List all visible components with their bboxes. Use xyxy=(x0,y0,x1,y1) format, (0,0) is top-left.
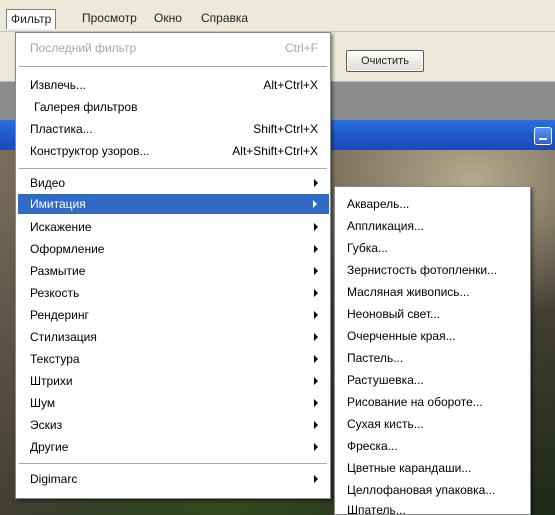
submenu-item-rough-pastels[interactable]: Пастель... xyxy=(347,347,403,369)
menu-item-imitation[interactable]: Имитация xyxy=(18,194,329,214)
menu-item-stylize[interactable]: Стилизация xyxy=(30,327,97,347)
submenu-item-palette-knife[interactable]: Шпатель... xyxy=(347,499,406,515)
menu-item-extract[interactable]: Извлечь... xyxy=(30,75,86,95)
menu-item-render[interactable]: Рендеринг xyxy=(30,305,89,325)
menu-item-stylize-design[interactable]: Оформление xyxy=(30,239,104,259)
shortcut-pattern-maker: Alt+Shift+Ctrl+X xyxy=(232,144,318,158)
minimize-button[interactable] xyxy=(534,127,552,145)
submenu-item-neon-glow[interactable]: Неоновый свет... xyxy=(347,303,440,325)
shortcut-extract: Alt+Ctrl+X xyxy=(263,78,318,92)
submenu-item-dry-brush[interactable]: Сухая кисть... xyxy=(347,413,424,435)
submenu-arrow-icon xyxy=(314,475,318,483)
submenu-item-underpainting[interactable]: Рисование на обороте... xyxy=(347,391,483,413)
submenu-arrow-icon xyxy=(314,311,318,319)
menu-item-other[interactable]: Другие xyxy=(30,437,68,457)
menu-item-brush-strokes[interactable]: Штрихи xyxy=(30,371,73,391)
submenu-arrow-icon xyxy=(314,179,318,187)
menu-separator xyxy=(19,168,327,169)
submenu-arrow-icon xyxy=(314,333,318,341)
submenu-item-watercolor[interactable]: Акварель... xyxy=(347,193,409,215)
menu-item-liquify[interactable]: Пластика... xyxy=(30,119,93,139)
submenu-arrow-icon xyxy=(314,443,318,451)
menubar-help[interactable]: Справка xyxy=(197,9,252,29)
menu-item-blur[interactable]: Размытие xyxy=(30,261,85,281)
submenu-item-sponge[interactable]: Губка... xyxy=(347,237,388,259)
shortcut-last-filter: Ctrl+F xyxy=(285,41,318,55)
imitation-submenu: Акварель... Аппликация... Губка... Зерни… xyxy=(334,186,531,515)
submenu-arrow-icon xyxy=(314,245,318,253)
menu-separator xyxy=(19,463,327,464)
submenu-item-paint-daubs[interactable]: Масляная живопись... xyxy=(347,281,470,303)
submenu-arrow-icon xyxy=(314,355,318,363)
menubar-filter[interactable]: Фильтр xyxy=(6,9,57,29)
menubar-window[interactable]: Окно xyxy=(150,9,186,29)
submenu-arrow-icon xyxy=(314,377,318,385)
menu-item-video[interactable]: Видео xyxy=(30,173,65,193)
shortcut-liquify: Shift+Ctrl+X xyxy=(253,122,318,136)
submenu-item-film-grain[interactable]: Зернистость фотопленки... xyxy=(347,259,497,281)
submenu-item-smudge-stick[interactable]: Растушевка... xyxy=(347,369,424,391)
submenu-item-plastic-wrap[interactable]: Целлофановая упаковка... xyxy=(347,479,495,501)
menu-item-distort[interactable]: Искажение xyxy=(30,217,92,237)
submenu-arrow-icon xyxy=(314,289,318,297)
menu-bar: Фильтр Просмотр Окно Справка xyxy=(0,0,555,32)
menu-item-texture[interactable]: Текстура xyxy=(30,349,80,369)
menubar-view[interactable]: Просмотр xyxy=(78,9,141,29)
filter-menu: Последний фильтр Ctrl+F Извлечь... Alt+C… xyxy=(15,32,331,499)
submenu-item-colored-pencil[interactable]: Цветные карандаши... xyxy=(347,457,471,479)
clear-button[interactable]: Очистить xyxy=(346,50,424,72)
menu-item-imitation-label: Имитация xyxy=(30,197,86,211)
menu-item-noise[interactable]: Шум xyxy=(30,393,55,413)
submenu-item-cutout[interactable]: Аппликация... xyxy=(347,215,424,237)
submenu-arrow-icon xyxy=(314,399,318,407)
menu-item-sharpen[interactable]: Резкость xyxy=(30,283,79,303)
submenu-arrow-icon xyxy=(313,200,317,208)
menu-item-last-filter[interactable]: Последний фильтр xyxy=(30,38,136,58)
submenu-arrow-icon xyxy=(314,421,318,429)
menu-item-filter-gallery[interactable]: Галерея фильтров xyxy=(34,97,137,117)
menu-item-digimarc[interactable]: Digimarc xyxy=(30,469,77,489)
submenu-item-poster-edges[interactable]: Очерченные края... xyxy=(347,325,456,347)
menu-separator xyxy=(19,66,327,67)
submenu-arrow-icon xyxy=(314,267,318,275)
submenu-arrow-icon xyxy=(314,223,318,231)
submenu-item-fresco[interactable]: Фреска... xyxy=(347,435,398,457)
menu-item-sketch[interactable]: Эскиз xyxy=(30,415,62,435)
menu-item-pattern-maker[interactable]: Конструктор узоров... xyxy=(30,141,150,161)
